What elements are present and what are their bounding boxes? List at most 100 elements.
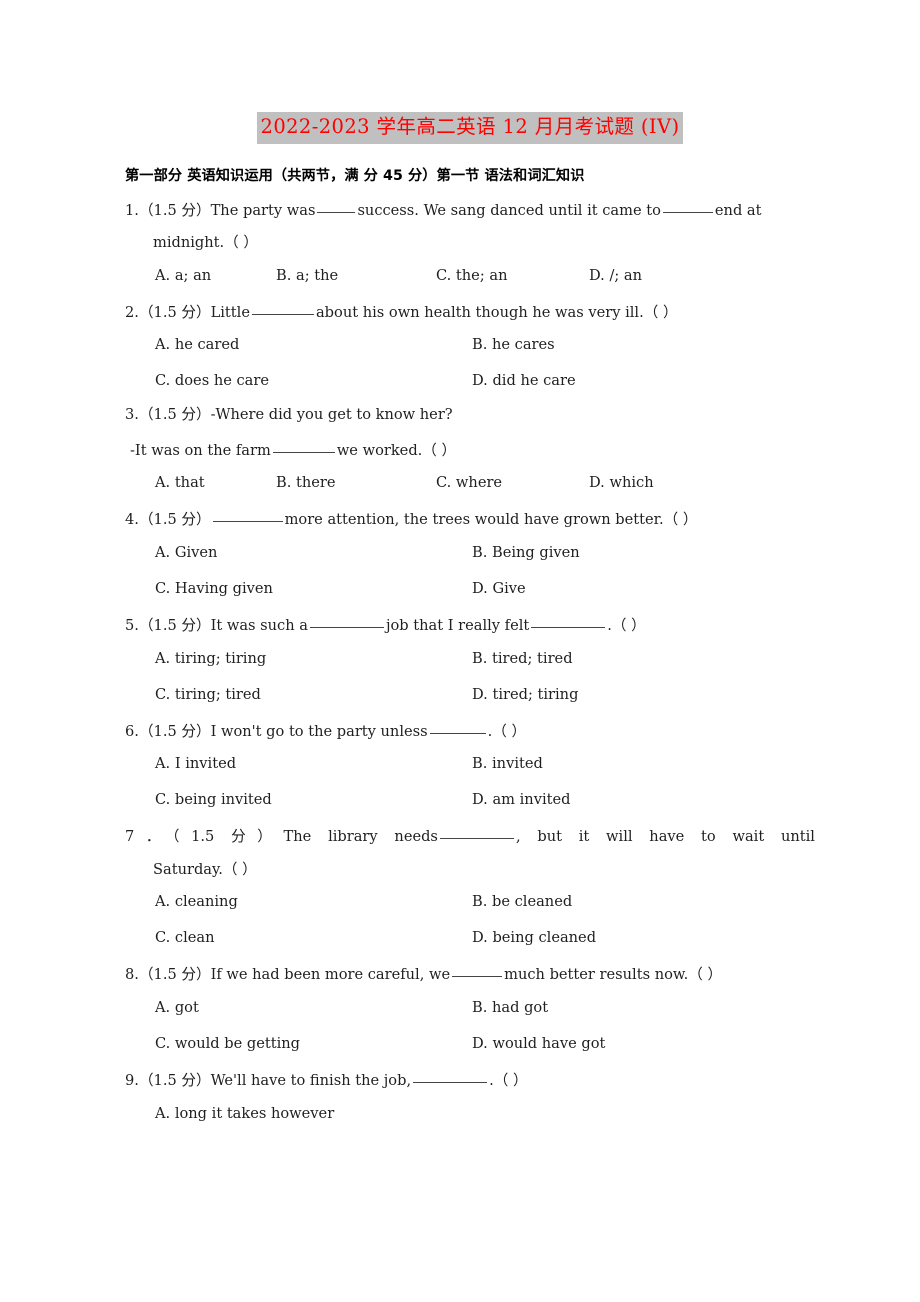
option-c[interactable]: C. does he care <box>155 374 269 389</box>
option-c[interactable]: C. being invited <box>155 793 272 808</box>
option-c[interactable]: C. where <box>436 476 502 491</box>
question-3: 3.（1.5 分）-Where did you get to know her?… <box>125 406 815 494</box>
question-1-number: 1. <box>125 201 139 219</box>
question-8-number: 8. <box>125 966 139 984</box>
question-3-options: A. that B. there C. where D. which <box>125 476 815 494</box>
option-row: A. Given B. Being given <box>125 545 815 564</box>
question-8-points: （1.5 分） <box>138 966 211 984</box>
option-row: A. that B. there C. where D. which <box>125 476 815 494</box>
answer-blank[interactable] <box>272 441 335 453</box>
option-d[interactable]: D. would have got <box>472 1036 605 1052</box>
option-b[interactable]: B. a; the <box>276 268 338 284</box>
option-a[interactable]: A. a; an <box>155 268 211 284</box>
question-1-text-a: The party was <box>210 201 316 219</box>
question-5-options: A. tiring; tiring B. tired; tired C. tir… <box>125 651 815 706</box>
question-2-options: A. he cared B. he cares C. does he care … <box>125 338 815 392</box>
question-7-text-b: , but it will have to wait until <box>515 828 815 846</box>
question-5-text-a: It was such a <box>210 617 308 635</box>
option-row: A. cleaning B. be cleaned <box>125 895 815 913</box>
option-b[interactable]: B. had got <box>472 1000 548 1016</box>
question-7-stem: 7．（1.5 分）The library needs , but it will … <box>125 827 815 845</box>
question-2-stem: 2.（1.5 分）Little about his own health thou… <box>125 303 815 321</box>
question-5-text-c: .（ ） <box>607 617 646 635</box>
question-6-points: （1.5 分） <box>138 722 211 740</box>
option-d[interactable]: D. being cleaned <box>472 931 596 946</box>
answer-blank[interactable] <box>439 827 514 840</box>
question-4-number: 4. <box>125 511 139 529</box>
question-9-text-b: .（ ） <box>489 1072 528 1090</box>
question-3-text-b: -It was on the farm <box>130 441 271 459</box>
option-b[interactable]: B. he cares <box>472 338 555 353</box>
question-1-options: A. a; an B. a; the C. the; an D. /; an <box>125 268 815 287</box>
option-c[interactable]: C. would be getting <box>155 1036 300 1052</box>
question-3-text-c: we worked.（ ） <box>336 441 457 459</box>
option-a[interactable]: A. tiring; tiring <box>155 651 266 667</box>
answer-blank[interactable] <box>429 722 486 734</box>
question-1-stem: 1.（1.5 分）The party was success. We sang d… <box>125 201 815 219</box>
option-a[interactable]: A. long it takes however <box>155 1106 334 1122</box>
question-6-text-a: I won't go to the party unless <box>210 722 428 740</box>
option-b[interactable]: B. there <box>276 476 336 491</box>
option-b[interactable]: B. Being given <box>472 545 580 561</box>
option-row: C. tiring; tired D. tired; tiring <box>125 687 815 706</box>
option-row: C. being invited D. am invited <box>125 793 815 811</box>
question-3-number: 3. <box>125 406 139 424</box>
answer-blank[interactable] <box>251 303 314 315</box>
option-c[interactable]: C. the; an <box>436 268 507 284</box>
question-7-options: A. cleaning B. be cleaned C. clean D. be… <box>125 895 815 949</box>
option-d[interactable]: D. which <box>589 476 654 491</box>
question-9-stem: 9.（1.5 分）We'll have to finish the job, .（… <box>125 1071 815 1089</box>
option-d[interactable]: D. Give <box>472 581 526 597</box>
answer-blank[interactable] <box>309 616 384 629</box>
option-d[interactable]: D. did he care <box>472 374 576 389</box>
question-2-points: （1.5 分） <box>138 303 211 321</box>
question-9-text-a: We'll have to finish the job, <box>210 1072 412 1090</box>
option-b[interactable]: B. be cleaned <box>472 895 572 910</box>
option-c[interactable]: C. tiring; tired <box>155 687 261 703</box>
question-2-text-b: about his own health though he was very … <box>315 303 678 321</box>
question-6: 6.（1.5 分）I won't go to the party unless.… <box>125 722 815 812</box>
question-3-text-a: -Where did you get to know her? <box>210 406 453 424</box>
question-4-stem: 4.（1.5 分） more attention, the trees would… <box>125 510 815 528</box>
option-b[interactable]: B. invited <box>472 757 543 772</box>
option-d[interactable]: D. am invited <box>472 793 570 808</box>
option-b[interactable]: B. tired; tired <box>472 651 573 667</box>
question-5: 5.（1.5 分）It was such a job that I really … <box>125 616 815 706</box>
question-5-points: （1.5 分） <box>138 617 211 635</box>
option-c[interactable]: C. clean <box>155 931 215 946</box>
option-a[interactable]: A. Given <box>155 545 217 561</box>
option-row: C. does he care D. did he care <box>125 374 815 392</box>
question-4-options: A. Given B. Being given C. Having given … <box>125 545 815 600</box>
option-a[interactable]: A. that <box>155 476 205 491</box>
question-2: 2.（1.5 分）Little about his own health thou… <box>125 303 815 393</box>
answer-blank[interactable] <box>452 965 503 978</box>
option-a[interactable]: A. cleaning <box>155 895 238 910</box>
answer-blank[interactable] <box>317 201 356 213</box>
section-header: 第一部分 英语知识运用（共两节，满 分 45 分）第一节 语法和词汇知识 <box>125 167 585 184</box>
option-a[interactable]: A. I invited <box>155 757 236 772</box>
option-c[interactable]: C. Having given <box>155 581 273 597</box>
question-5-text-b: job that I really felt <box>385 617 530 635</box>
option-d[interactable]: D. tired; tiring <box>472 687 578 703</box>
question-1-points: （1.5 分） <box>138 201 211 219</box>
option-row: C. clean D. being cleaned <box>125 931 815 949</box>
question-9-points: （1.5 分） <box>138 1072 211 1090</box>
answer-blank[interactable] <box>531 616 606 629</box>
document-title-container: 2022-2023 学年高二英语 12 月月考试题 (IV) <box>125 112 815 144</box>
option-a[interactable]: A. he cared <box>155 338 239 353</box>
answer-blank[interactable] <box>413 1071 488 1084</box>
answer-blank[interactable] <box>662 201 713 213</box>
question-1: 1.（1.5 分）The party was success. We sang d… <box>125 201 815 287</box>
question-8-text-a: If we had been more careful, we <box>210 966 451 984</box>
question-2-number: 2. <box>125 303 139 321</box>
option-row: A. tiring; tiring B. tired; tired <box>125 651 815 670</box>
question-6-stem: 6.（1.5 分）I won't go to the party unless.… <box>125 722 815 740</box>
page-title: 2022-2023 学年高二英语 12 月月考试题 (IV) <box>256 112 684 144</box>
question-8: 8.（1.5 分）If we had been more careful, we… <box>125 965 815 1055</box>
question-9-number: 9. <box>125 1072 139 1090</box>
option-d[interactable]: D. /; an <box>589 268 642 284</box>
question-4-points: （1.5 分） <box>138 511 211 529</box>
question-9: 9.（1.5 分）We'll have to finish the job, .（… <box>125 1071 815 1125</box>
answer-blank[interactable] <box>212 510 283 523</box>
option-a[interactable]: A. got <box>155 1000 199 1016</box>
